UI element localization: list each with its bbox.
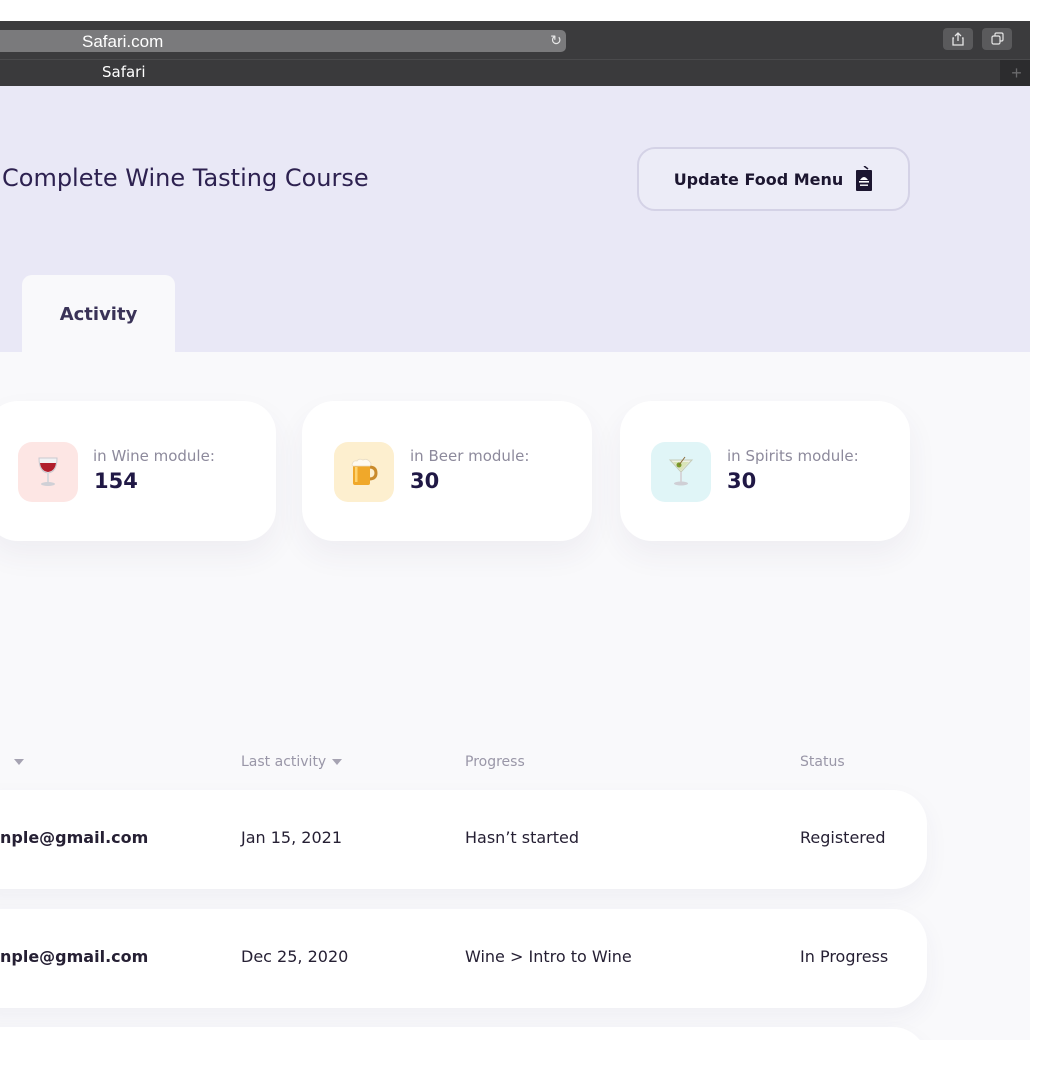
address-text[interactable]: Safari.com — [82, 32, 163, 52]
share-icon — [952, 32, 964, 46]
row-last-activity: Jan 15, 2021 — [241, 828, 342, 847]
row-email: nple@gmail.com — [0, 828, 149, 847]
column-header-status: Status — [800, 754, 845, 770]
table-row[interactable]: nple@gmail.com Dec 25, 2020 Wine > Intro… — [0, 909, 927, 1008]
last-activity-column-label: Last activity — [241, 754, 327, 770]
table-row[interactable] — [0, 1027, 927, 1040]
tab-activity-label: Activity — [59, 303, 138, 325]
row-last-activity: Dec 25, 2020 — [241, 947, 349, 966]
food-menu-icon — [856, 166, 873, 191]
wine-stat-value: 154 — [94, 469, 138, 493]
tab-activity[interactable]: Activity — [22, 275, 175, 353]
sort-arrow-icon — [14, 759, 24, 765]
share-button[interactable] — [943, 28, 973, 50]
wine-stat-card: in Wine module: 154 — [0, 401, 276, 541]
row-email: nple@gmail.com — [0, 947, 149, 966]
beer-stat-value: 30 — [410, 469, 440, 493]
beer-stat-card: in Beer module: 30 — [302, 401, 592, 541]
row-progress: Hasn’t started — [465, 828, 580, 847]
page-content: Complete Wine Tasting Course Update Food… — [0, 86, 1030, 1040]
update-food-menu-button[interactable]: Update Food Menu — [637, 147, 910, 211]
row-progress: Wine > Intro to Wine — [465, 947, 632, 966]
page-title: Complete Wine Tasting Course — [2, 164, 369, 192]
wine-icon-tile — [18, 442, 78, 502]
sort-arrow-icon — [332, 759, 343, 765]
wine-stat-label: in Wine module: — [93, 447, 215, 465]
beer-icon-tile — [334, 442, 394, 502]
table-row[interactable]: nple@gmail.com Jan 15, 2021 Hasn’t start… — [0, 790, 927, 889]
new-tab-button[interactable]: + — [1003, 61, 1030, 85]
column-header-email[interactable] — [8, 754, 24, 770]
cocktail-glass-icon — [668, 456, 694, 486]
wine-glass-icon — [38, 457, 58, 486]
spirits-stat-value: 30 — [727, 469, 757, 493]
spirits-stat-label: in Spirits module: — [727, 447, 859, 465]
reload-icon[interactable]: ↻ — [546, 30, 566, 50]
update-food-menu-label: Update Food Menu — [673, 169, 844, 189]
browser-tab[interactable] — [0, 60, 1000, 86]
tabs-button[interactable] — [982, 28, 1012, 50]
beer-stat-label: in Beer module: — [410, 447, 530, 465]
column-header-progress: Progress — [465, 754, 525, 770]
spirits-stat-card: in Spirits module: 30 — [620, 401, 910, 541]
row-status: In Progress — [800, 947, 889, 966]
beer-mug-icon — [351, 458, 378, 485]
column-header-last-activity[interactable]: Last activity — [241, 754, 343, 770]
row-status: Registered — [800, 828, 886, 847]
spirits-icon-tile — [651, 442, 711, 502]
browser-tab-title: Safari — [102, 63, 146, 81]
tabs-icon — [990, 32, 1004, 45]
